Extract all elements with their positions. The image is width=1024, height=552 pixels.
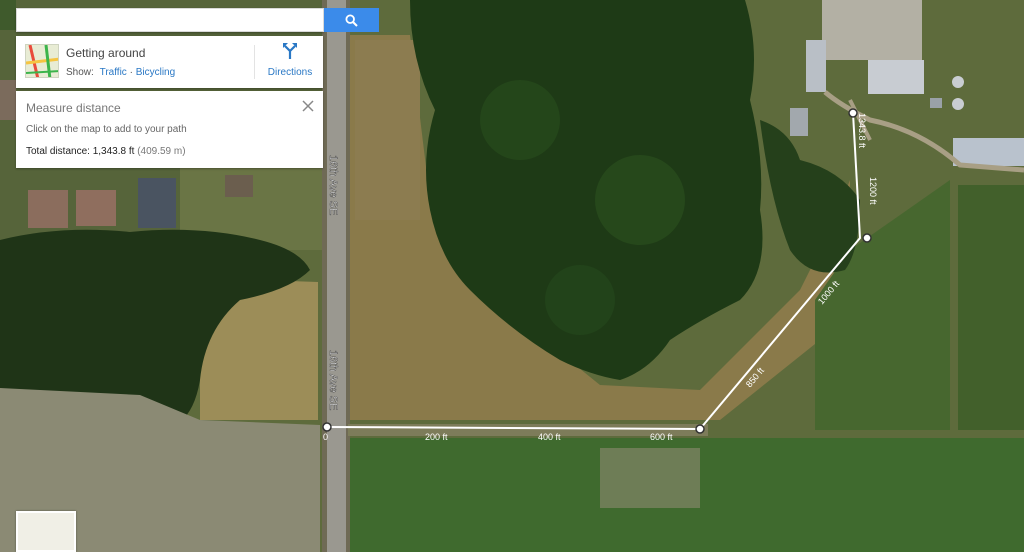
total-distance: Total distance: 1,343.8 ft (409.59 m)	[26, 146, 186, 157]
path-label: 400 ft	[538, 432, 561, 442]
close-icon	[302, 100, 314, 112]
road-label: 16th Ave SE	[327, 155, 339, 215]
getting-around-title: Getting around	[66, 46, 146, 60]
search-box[interactable]	[16, 8, 324, 32]
traffic-link[interactable]: Traffic	[100, 67, 127, 78]
road-label: 16th Ave SE	[327, 350, 339, 410]
transit-map-icon[interactable]	[25, 44, 59, 78]
divider	[254, 45, 255, 79]
path-label: 200 ft	[425, 432, 448, 442]
search-input[interactable]	[17, 9, 323, 31]
path-label: 600 ft	[650, 432, 673, 442]
layer-links: Show: Traffic · Bicycling	[66, 67, 175, 78]
directions-label: Directions	[267, 67, 313, 78]
measure-title: Measure distance	[26, 101, 121, 115]
close-button[interactable]	[301, 99, 315, 113]
search-button[interactable]	[324, 8, 379, 32]
bicycling-link[interactable]: Bicycling	[136, 67, 175, 78]
measure-hint: Click on the map to add to your path	[26, 124, 187, 135]
map-layer-toggle[interactable]	[16, 511, 76, 552]
search-icon	[345, 13, 358, 27]
total-ft: 1,343.8 ft	[92, 146, 135, 157]
path-label: 1200 ft	[868, 177, 878, 205]
measure-distance-panel: Measure distance Click on the map to add…	[16, 91, 323, 168]
total-label: Total distance:	[26, 146, 90, 157]
getting-around-panel: Getting around Show: Traffic · Bicycling…	[16, 36, 323, 88]
link-separator: ·	[126, 67, 136, 78]
total-m: (409.59 m)	[137, 146, 186, 157]
directions-button[interactable]: Directions	[262, 42, 318, 82]
show-label: Show:	[66, 67, 94, 78]
path-label: 1343.8 ft	[857, 113, 867, 149]
path-label: 0	[323, 432, 328, 442]
directions-icon	[283, 43, 297, 59]
